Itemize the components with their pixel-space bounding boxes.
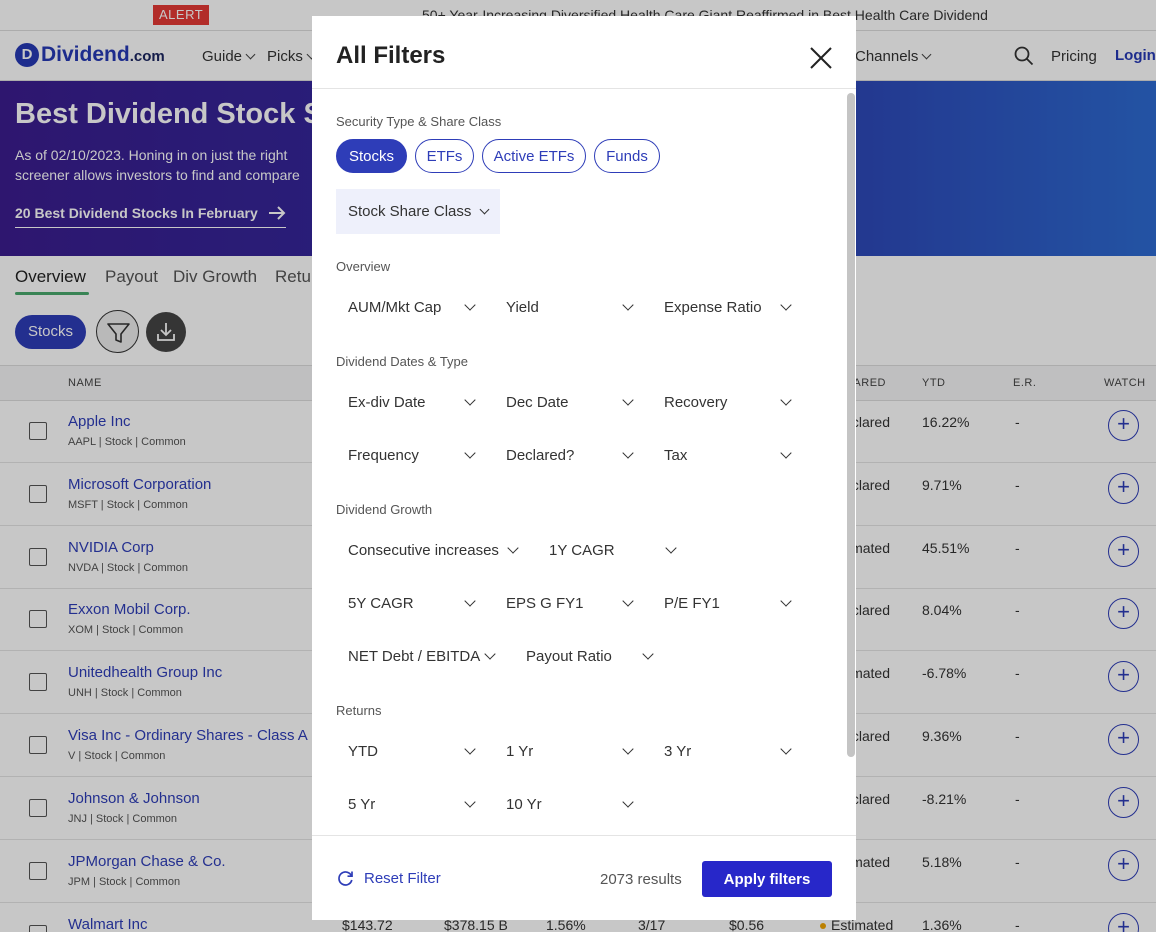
security-type-stocks[interactable]: Stocks <box>336 139 407 173</box>
filter-dropdown-label: YTD <box>348 742 378 760</box>
chevron-down-icon <box>780 394 792 406</box>
filter-dropdown-ex-div-date[interactable]: Ex-div Date <box>336 387 476 417</box>
filter-dropdown-label: AUM/Mkt Cap <box>348 298 442 316</box>
modal-header: All Filters <box>312 16 856 89</box>
all-filters-modal: All Filters Security Type & Share Class … <box>312 16 856 920</box>
filter-dropdown-label: Expense Ratio <box>664 298 762 316</box>
chevron-down-icon <box>464 796 476 808</box>
modal-footer: Reset Filter 2073 results Apply filters <box>312 835 856 920</box>
security-type-funds[interactable]: Funds <box>594 139 660 173</box>
filter-dropdown-label: Frequency <box>348 446 419 464</box>
filter-dropdown-5-yr[interactable]: 5 Yr <box>336 789 476 819</box>
filter-dropdown-eps-g-fy1[interactable]: EPS G FY1 <box>494 588 634 618</box>
filter-dropdown-label: NET Debt / EBITDA <box>348 647 481 665</box>
filter-dropdown-label: 1Y CAGR <box>549 541 615 559</box>
filter-dropdown-p-e-fy1[interactable]: P/E FY1 <box>652 588 792 618</box>
chevron-down-icon <box>622 743 634 755</box>
filter-dropdown-label: Recovery <box>664 393 728 411</box>
modal-title: All Filters <box>336 42 446 69</box>
chevron-down-icon <box>484 648 496 660</box>
close-icon[interactable] <box>808 45 834 71</box>
chevron-down-icon <box>780 447 792 459</box>
filter-dropdown-1y-cagr[interactable]: 1Y CAGR <box>537 535 677 565</box>
section-label-growth: Dividend Growth <box>336 502 433 517</box>
filter-dropdown-label: Yield <box>506 298 539 316</box>
filter-dropdown-tax[interactable]: Tax <box>652 440 792 470</box>
section-label-returns: Returns <box>336 703 382 718</box>
filter-dropdown-net-debt-ebitda[interactable]: NET Debt / EBITDA <box>336 641 496 671</box>
filter-dropdown-yield[interactable]: Yield <box>494 292 634 322</box>
filter-dropdown-expense-ratio[interactable]: Expense Ratio <box>652 292 792 322</box>
chevron-down-icon <box>507 542 519 554</box>
chevron-down-icon <box>780 595 792 607</box>
reset-filter-label: Reset Filter <box>364 870 441 887</box>
filter-dropdown-ytd[interactable]: YTD <box>336 736 476 766</box>
filter-dropdown-payout-ratio[interactable]: Payout Ratio <box>514 641 654 671</box>
filter-dropdown-label: EPS G FY1 <box>506 594 584 612</box>
section-label-overview: Overview <box>336 259 391 274</box>
filter-dropdown-3-yr[interactable]: 3 Yr <box>652 736 792 766</box>
chevron-down-icon <box>622 394 634 406</box>
chevron-down-icon <box>622 447 634 459</box>
share-class-label: Stock Share Class <box>348 203 472 220</box>
filter-dropdown-recovery[interactable]: Recovery <box>652 387 792 417</box>
filter-dropdown-label: 3 Yr <box>664 742 692 760</box>
chevron-down-icon <box>479 204 490 215</box>
filter-dropdown-aum-mkt-cap[interactable]: AUM/Mkt Cap <box>336 292 476 322</box>
filter-dropdown-consecutive-increases[interactable]: Consecutive increases <box>336 535 519 565</box>
modal-scrollbar[interactable] <box>847 93 855 757</box>
filter-dropdown-label: Declared? <box>506 446 575 464</box>
filter-dropdown-declared[interactable]: Declared? <box>494 440 634 470</box>
filter-dropdown-5y-cagr[interactable]: 5Y CAGR <box>336 588 476 618</box>
results-count: 2073 results <box>600 871 682 888</box>
chevron-down-icon <box>622 595 634 607</box>
security-type-etfs[interactable]: ETFs <box>415 139 474 173</box>
share-class-dropdown[interactable]: Stock Share Class <box>336 189 500 234</box>
chevron-down-icon <box>464 447 476 459</box>
filter-dropdown-label: Consecutive increases <box>348 541 499 559</box>
chevron-down-icon <box>464 743 476 755</box>
filter-dropdown-label: 1 Yr <box>506 742 534 760</box>
filter-dropdown-label: Tax <box>664 446 688 464</box>
chevron-down-icon <box>464 299 476 311</box>
filter-dropdown-label: P/E FY1 <box>664 594 720 612</box>
section-label-security: Security Type & Share Class <box>336 114 502 129</box>
chevron-down-icon <box>780 299 792 311</box>
chevron-down-icon <box>622 299 634 311</box>
chevron-down-icon <box>780 743 792 755</box>
reset-icon <box>338 871 353 886</box>
filter-dropdown-label: 10 Yr <box>506 795 542 813</box>
chevron-down-icon <box>622 796 634 808</box>
filter-dropdown-10-yr[interactable]: 10 Yr <box>494 789 634 819</box>
filter-dropdown-frequency[interactable]: Frequency <box>336 440 476 470</box>
filter-dropdown-label: Ex-div Date <box>348 393 426 411</box>
filter-dropdown-label: Payout Ratio <box>526 647 612 665</box>
filter-dropdown-label: 5 Yr <box>348 795 376 813</box>
filter-dropdown-1-yr[interactable]: 1 Yr <box>494 736 634 766</box>
filter-dropdown-label: 5Y CAGR <box>348 594 414 612</box>
filter-dropdown-dec-date[interactable]: Dec Date <box>494 387 634 417</box>
chevron-down-icon <box>642 648 654 660</box>
section-label-dates: Dividend Dates & Type <box>336 354 468 369</box>
filter-dropdown-label: Dec Date <box>506 393 569 411</box>
apply-filters-button[interactable]: Apply filters <box>702 861 832 897</box>
chevron-down-icon <box>665 542 677 554</box>
chevron-down-icon <box>464 394 476 406</box>
chevron-down-icon <box>464 595 476 607</box>
security-type-active-etfs[interactable]: Active ETFs <box>482 139 586 173</box>
reset-filter-button[interactable]: Reset Filter <box>336 869 441 888</box>
